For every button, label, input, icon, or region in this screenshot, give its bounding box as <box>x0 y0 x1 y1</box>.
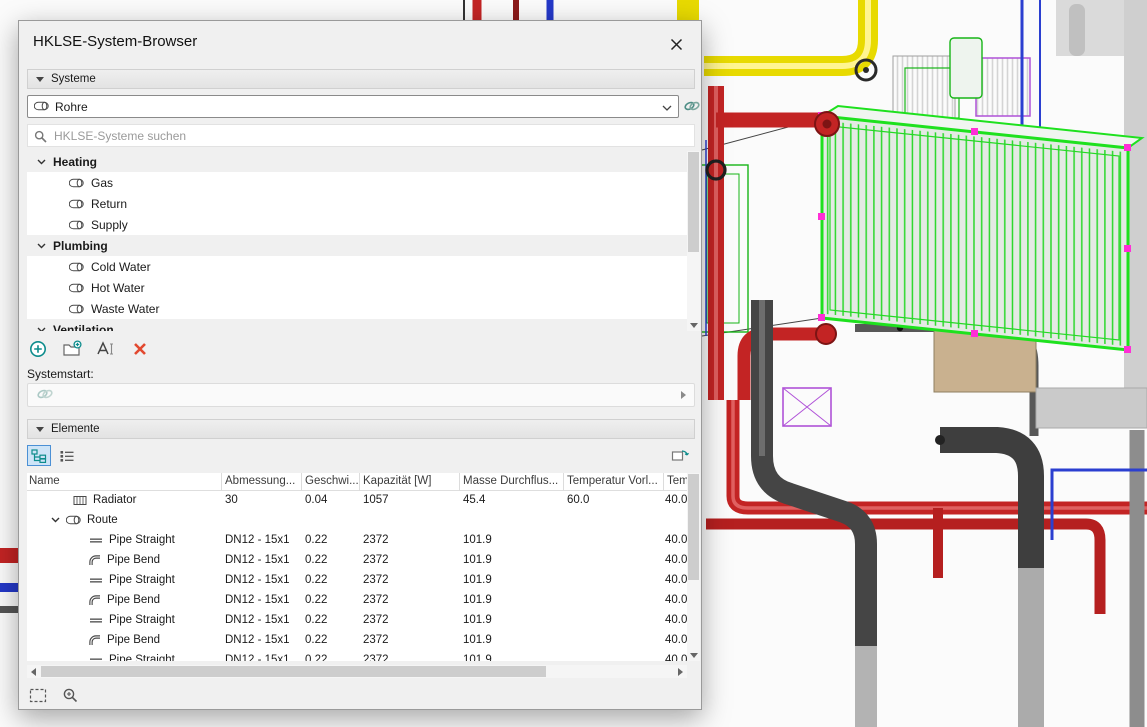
radiator-icon <box>73 495 87 506</box>
hklse-system-browser-window: HKLSE-System-Browser Systeme Rohre <box>18 20 702 710</box>
bottom-toolbar <box>27 685 81 705</box>
table-row-pipe-straight[interactable]: Pipe Straight DN12 - 15x10.22 2372101.9 … <box>27 611 687 631</box>
scroll-left-arrow[interactable] <box>27 665 40 678</box>
view-toggles <box>27 445 79 466</box>
chevron-down-icon <box>51 517 60 523</box>
systems-section-header[interactable]: Systeme <box>27 69 695 89</box>
tree-item-hot-water[interactable]: Hot Water <box>27 277 687 298</box>
scroll-thumb[interactable] <box>41 666 546 677</box>
col-name[interactable]: Name <box>29 475 60 487</box>
expand-arrow-icon[interactable] <box>681 391 686 399</box>
new-folder-icon[interactable] <box>61 338 83 360</box>
tree-view-toggle[interactable] <box>27 445 51 466</box>
marquee-icon[interactable] <box>27 685 49 705</box>
tree-group-partial[interactable]: Ventilation <box>27 319 687 331</box>
table-header: Name Abmessung... Geschwi... Kapazität [… <box>27 473 687 491</box>
pipe-bend-icon <box>89 595 101 606</box>
scroll-down-arrow[interactable] <box>687 649 700 661</box>
systemstart-label: Systemstart: <box>27 367 94 381</box>
pipe-straight-icon <box>89 576 103 585</box>
rename-icon[interactable] <box>95 338 117 360</box>
pipe-bend-icon <box>89 555 101 566</box>
systems-toolbar <box>27 337 151 361</box>
col-abmessung[interactable]: Abmessung... <box>225 475 295 487</box>
pipe-icon <box>69 178 84 188</box>
chevron-down-icon <box>37 327 46 332</box>
tree-group-heating[interactable]: Heating <box>27 151 687 172</box>
tree-scrollbar[interactable] <box>687 151 700 331</box>
table-row-radiator[interactable]: Radiator 300.04 105745.4 60.040.0 <box>27 491 687 511</box>
close-icon[interactable] <box>663 31 689 57</box>
systems-section-label: Systeme <box>51 73 96 85</box>
pipe-icon <box>69 283 84 293</box>
collapse-triangle-icon <box>36 77 44 82</box>
chevron-down-icon <box>37 243 46 249</box>
list-view-toggle[interactable] <box>55 445 79 466</box>
scroll-thumb[interactable] <box>688 474 699 580</box>
table-row-pipe-straight[interactable]: Pipe Straight DN12 - 15x10.22 2372101.9 … <box>27 571 687 591</box>
table-row-route[interactable]: Route <box>27 511 687 531</box>
col-masse-durchfluss[interactable]: Masse Durchflus... <box>463 475 558 487</box>
col-temperatur-vorlauf[interactable]: Temperatur Vorl... <box>567 475 658 487</box>
tree-item-gas[interactable]: Gas <box>27 172 687 193</box>
systems-search <box>27 124 695 147</box>
search-input[interactable] <box>28 125 694 146</box>
radiator-3d <box>818 106 1142 353</box>
table-row-pipe-straight[interactable]: Pipe Straight DN12 - 15x10.22 2372101.9 … <box>27 531 687 551</box>
chevron-down-icon <box>662 100 672 114</box>
col-temperatur-2[interactable]: Tem <box>667 475 687 487</box>
assign-system-icon[interactable] <box>683 97 701 115</box>
window-title: HKLSE-System-Browser <box>33 33 197 50</box>
assign-system-icon <box>36 386 54 405</box>
col-geschwindigkeit[interactable]: Geschwi... <box>305 475 359 487</box>
pipe-straight-icon <box>89 536 103 545</box>
table-row-pipe-straight-partial[interactable]: Pipe Straight DN12 - 15x10.22 2372101.9 … <box>27 651 687 661</box>
tree-item-waste-water[interactable]: Waste Water <box>27 298 687 319</box>
collapse-triangle-icon <box>36 427 44 432</box>
pipe-icon <box>69 304 84 314</box>
systemstart-field[interactable] <box>27 383 695 407</box>
pipe-icon <box>69 262 84 272</box>
table-row-pipe-bend[interactable]: Pipe Bend DN12 - 15x10.22 2372101.9 40.0 <box>27 551 687 571</box>
table-row-pipe-bend[interactable]: Pipe Bend DN12 - 15x10.22 2372101.9 40.0 <box>27 591 687 611</box>
delete-icon[interactable] <box>129 338 151 360</box>
zoom-to-selection-icon[interactable] <box>59 685 81 705</box>
add-system-icon[interactable] <box>27 338 49 360</box>
pipe-straight-icon <box>89 656 103 662</box>
elements-section-header[interactable]: Elemente <box>27 419 695 439</box>
pipe-straight-icon <box>89 616 103 625</box>
systems-tree: Heating Gas Return Supply Plumbing Cold … <box>27 151 687 331</box>
elements-section-label: Elemente <box>51 423 100 435</box>
tree-group-plumbing[interactable]: Plumbing <box>27 235 687 256</box>
scroll-right-arrow[interactable] <box>674 665 687 678</box>
pipe-bend-icon <box>89 635 101 646</box>
pipe-icon <box>69 199 84 209</box>
scroll-down-arrow[interactable] <box>687 319 700 331</box>
pipe-icon <box>34 100 49 114</box>
update-from-selection-icon[interactable] <box>669 445 691 466</box>
scroll-thumb[interactable] <box>688 152 699 252</box>
table-hscrollbar[interactable] <box>27 665 687 678</box>
system-type-dropdown[interactable]: Rohre <box>27 95 679 118</box>
table-scrollbar[interactable] <box>687 473 700 661</box>
table-row-pipe-bend[interactable]: Pipe Bend DN12 - 15x10.22 2372101.9 40.0 <box>27 631 687 651</box>
tree-item-return[interactable]: Return <box>27 193 687 214</box>
elements-table: Name Abmessung... Geschwi... Kapazität [… <box>27 473 687 661</box>
pipe-icon <box>66 515 81 525</box>
tree-item-cold-water[interactable]: Cold Water <box>27 256 687 277</box>
tree-item-supply[interactable]: Supply <box>27 214 687 235</box>
chevron-down-icon <box>37 159 46 165</box>
col-kapazitaet[interactable]: Kapazität [W] <box>363 475 431 487</box>
system-type-value: Rohre <box>55 100 656 114</box>
pipe-icon <box>69 220 84 230</box>
